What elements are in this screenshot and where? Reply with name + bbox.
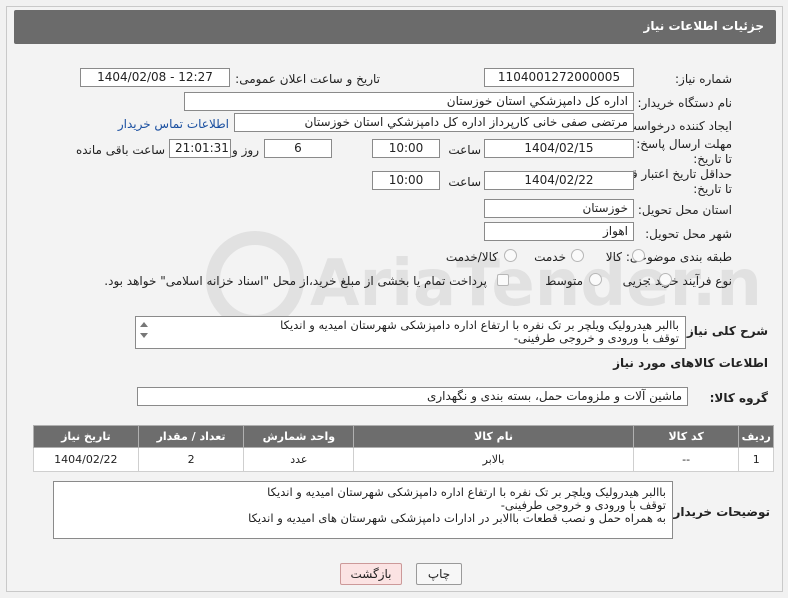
item-unit: عدد bbox=[243, 447, 355, 472]
process-medium-label: متوسط bbox=[545, 274, 583, 288]
reply-time-label: ساعت bbox=[448, 143, 481, 157]
buyer-org-label: نام دستگاه خریدار: bbox=[637, 96, 733, 110]
goods-info-heading: اطلاعات کالاهای مورد نیاز bbox=[613, 356, 768, 370]
category-goods-label: کالا bbox=[605, 250, 622, 264]
validity-date-field: 1404/02/22 bbox=[484, 171, 634, 190]
col-qty-header: تعداد / مقدار bbox=[137, 425, 245, 448]
item-need-date: 1404/02/22 bbox=[33, 447, 139, 472]
buyer-org-field: اداره کل دامپزشکي استان خوزستان bbox=[184, 92, 634, 111]
table-row: 1 -- بالابر عدد 2 1404/02/22 bbox=[33, 447, 774, 472]
goods-group-label: گروه کالا: bbox=[709, 391, 768, 405]
table-header-row: ردیف کد کالا نام کالا واحد شمارش تعداد /… bbox=[33, 425, 774, 448]
col-name-header: نام کالا bbox=[353, 425, 634, 448]
validity-time-field: 10:00 bbox=[372, 171, 440, 190]
page-title: جزئیات اطلاعات نیاز bbox=[643, 19, 764, 33]
announce-datetime-label: تاریخ و ساعت اعلان عمومی: bbox=[235, 72, 380, 86]
goods-table: ردیف کد کالا نام کالا واحد شمارش تعداد /… bbox=[33, 425, 774, 472]
category-goods-radio[interactable] bbox=[632, 249, 645, 262]
reply-time-field: 10:00 bbox=[372, 139, 440, 158]
category-service-radio[interactable] bbox=[571, 249, 584, 262]
description-scroll-arrows[interactable] bbox=[139, 319, 149, 341]
item-name: بالابر bbox=[353, 447, 634, 472]
process-minor-label: جزیی bbox=[622, 274, 650, 288]
category-service-label: خدمت bbox=[534, 250, 566, 264]
announce-datetime-field: 1404/02/08 - 12:27 bbox=[80, 68, 230, 87]
goods-group-field: ماشین آلات و ملزومات حمل، بسته بندی و نگ… bbox=[137, 387, 688, 406]
col-row-header: ردیف bbox=[738, 425, 774, 448]
process-minor-radio[interactable] bbox=[659, 273, 672, 286]
buyer-notes-field[interactable]: باالبر هیدرولیک ویلچر بر تک نفره با ارتف… bbox=[53, 481, 673, 539]
print-button[interactable]: چاپ bbox=[416, 563, 462, 585]
reply-date-field: 1404/02/15 bbox=[484, 139, 634, 158]
requester-field: مرتضی صفی خانی کارپرداز اداره کل دامپزشک… bbox=[234, 113, 634, 132]
item-quantity: 2 bbox=[137, 447, 245, 472]
days-remaining-field: 6 bbox=[264, 139, 332, 158]
hours-remaining-label: ساعت باقی مانده bbox=[75, 143, 165, 157]
buyer-contact-link[interactable]: اطلاعات تماس خریدار bbox=[118, 117, 229, 131]
treasury-checkbox[interactable] bbox=[497, 274, 509, 286]
row-number: 1 bbox=[738, 447, 774, 472]
delivery-city-field: اهواز bbox=[484, 222, 634, 241]
general-description-field[interactable]: باالبر هیدرولیک ویلچر بر تک نفره با ارتف… bbox=[135, 316, 686, 349]
back-button[interactable]: بازگشت bbox=[340, 563, 402, 585]
col-unit-header: واحد شمارش bbox=[243, 425, 355, 448]
need-number-label: شماره نیاز: bbox=[675, 72, 732, 86]
delivery-province-label: استان محل تحویل: bbox=[637, 203, 732, 217]
buyer-notes-label: توضیحات خریدار: bbox=[668, 505, 770, 519]
delivery-city-label: شهر محل تحویل: bbox=[645, 227, 732, 241]
col-code-header: کد کالا bbox=[632, 425, 740, 448]
day-and-label: روز و bbox=[232, 143, 259, 157]
reply-deadline-label: مهلت ارسال پاسخ: تا تاریخ: bbox=[636, 137, 732, 166]
category-goods-service-label: کالا/خدمت bbox=[445, 250, 498, 264]
item-code: -- bbox=[632, 447, 740, 472]
process-medium-radio[interactable] bbox=[589, 273, 602, 286]
col-date-header: تاریخ نیاز bbox=[33, 425, 139, 448]
validity-time-label: ساعت bbox=[448, 175, 481, 189]
category-goods-service-radio[interactable] bbox=[504, 249, 517, 262]
time-remaining-field: 21:01:31 bbox=[169, 139, 231, 158]
general-description-label: شرح کلی نیاز: bbox=[682, 324, 768, 338]
requester-label: ایجاد کننده درخواست: bbox=[621, 119, 732, 133]
treasury-note: پرداخت تمام یا بخشی از مبلغ خرید،از محل … bbox=[104, 274, 487, 288]
delivery-province-field: خوزستان bbox=[484, 199, 634, 218]
need-number-field: 1104001272000005 bbox=[484, 68, 634, 87]
page-header: جزئیات اطلاعات نیاز bbox=[14, 10, 776, 44]
